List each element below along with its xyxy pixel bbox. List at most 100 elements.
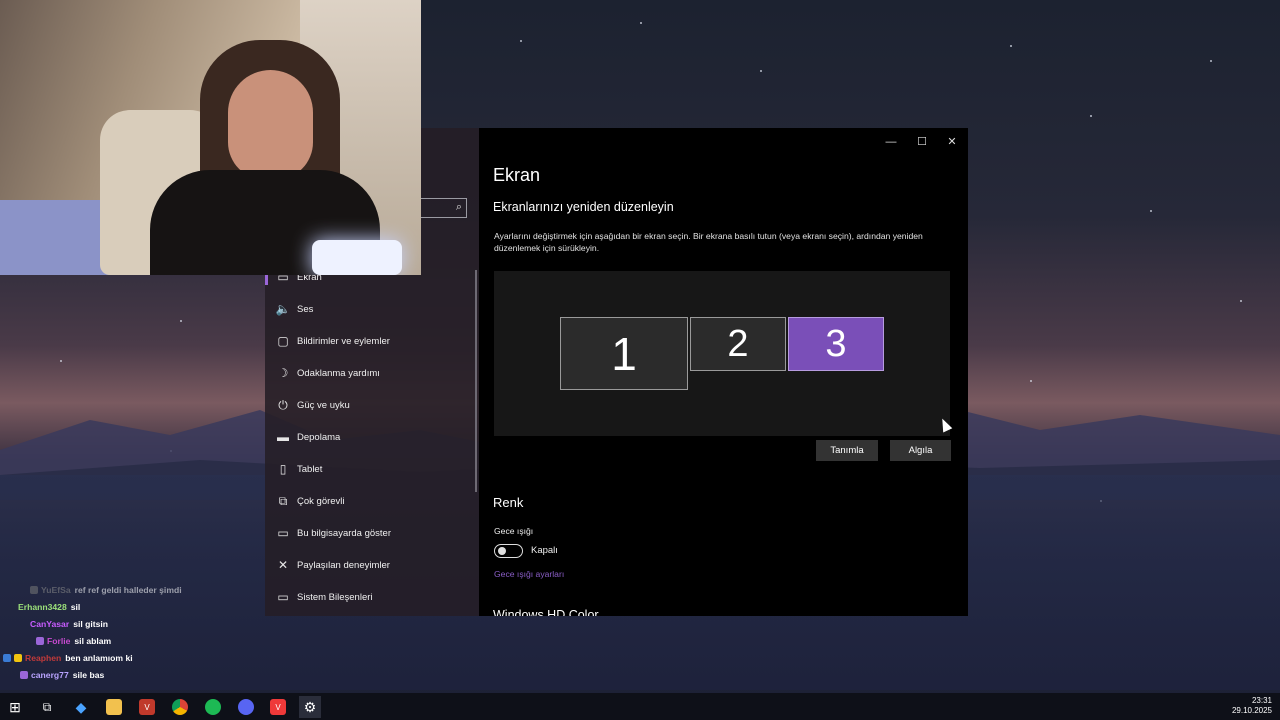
night-light-state: Kapalı xyxy=(531,545,558,556)
voicemeeter-button[interactable]: V xyxy=(136,696,158,718)
sidebar-item-label: Bildirimler ve eylemler xyxy=(297,335,390,347)
sidebar-item-depolama[interactable]: ▬ Depolama xyxy=(265,421,479,453)
chat-message: Reaphen ben anlamıom ki xyxy=(3,653,133,663)
sidebar-item-label: Güç ve uyku xyxy=(297,399,350,411)
spotify-button[interactable] xyxy=(202,696,224,718)
power-icon: ⏻ xyxy=(278,397,288,412)
chrome-icon xyxy=(172,699,188,715)
sidebar-item-tablet[interactable]: ▯ Tablet xyxy=(265,453,479,485)
sidebar-item-label: Ses xyxy=(297,303,314,315)
sidebar-item-label: Bu bilgisayarda göster xyxy=(297,527,391,539)
monitor-1[interactable]: 1 xyxy=(560,317,688,390)
identify-button[interactable]: Tanımla xyxy=(816,440,878,461)
night-light-toggle[interactable] xyxy=(494,544,523,558)
maximize-button[interactable]: ☐ xyxy=(907,132,937,152)
chat-text: sil gitsin xyxy=(73,619,109,629)
settings-main-panel: — ☐ ✕ Ekran Ekranlarınızı yeniden düzenl… xyxy=(479,128,968,616)
shared-icon: ✕ xyxy=(277,558,289,572)
section-description: Ayarlarını değiştirmek için aşağıdan bir… xyxy=(494,231,923,253)
chat-message: YuEfSa ref ref geldi halleder şimdi xyxy=(30,585,182,595)
task-view-icon: ⧉ xyxy=(42,699,52,714)
sidebar-item-label: Odaklanma yardımı xyxy=(297,367,380,379)
chat-message: CanYasar sil gitsin xyxy=(30,619,108,629)
display-arrangement-area[interactable]: 1 2 3 xyxy=(494,271,950,436)
taskbar: ⊞ ⧉ ◆ V V ⚙ 23:31 29.10.2025 xyxy=(0,693,1280,720)
monitor-2[interactable]: 2 xyxy=(690,317,786,371)
voicemeeter-icon: V xyxy=(139,699,155,715)
discord-button[interactable] xyxy=(235,696,257,718)
search-icon: ⌕ xyxy=(455,201,462,213)
night-light-settings-link[interactable]: Gece ışığı ayarları xyxy=(494,569,564,579)
sidebar-item-odaklanma[interactable]: ☽ Odaklanma yardımı xyxy=(265,357,479,389)
chat-message: canerg77 sile bas xyxy=(20,670,104,680)
chat-username: Erhann3428 xyxy=(18,602,67,612)
color-section-title: Renk xyxy=(493,495,524,510)
chat-text: sil xyxy=(70,602,81,612)
vivaldi-button[interactable]: V xyxy=(267,696,289,718)
sidebar-item-label: Paylaşılan deneyimler xyxy=(297,559,390,571)
sidebar-scrollbar[interactable] xyxy=(475,270,477,492)
chat-message: Erhann3428 sil xyxy=(18,602,80,612)
spotify-icon xyxy=(205,699,221,715)
file-explorer-icon xyxy=(106,699,122,715)
start-icon: ⊞ xyxy=(9,698,21,715)
start-button[interactable]: ⊞ xyxy=(4,696,26,718)
settings-taskbar-button[interactable]: ⚙ xyxy=(299,696,321,718)
vivaldi-icon: V xyxy=(270,699,286,715)
chat-username: Forlie xyxy=(47,636,71,646)
search-box[interactable]: ⌕ xyxy=(417,198,467,218)
sidebar-item-sistem-bilesenleri[interactable]: ▭ Sistem Bileşenleri xyxy=(265,581,479,613)
sub-badge-icon xyxy=(36,637,44,645)
chat-text: ref ref geldi halleder şimdi xyxy=(74,585,182,595)
vip-badge-icon xyxy=(14,654,22,662)
sidebar-item-guc[interactable]: ⏻ Güç ve uyku xyxy=(265,389,479,421)
chat-username: CanYasar xyxy=(30,619,70,629)
sidebar-item-paylasilan[interactable]: ✕ Paylaşılan deneyimler xyxy=(265,549,479,581)
chat-username: canerg77 xyxy=(31,670,69,680)
copilot-button[interactable]: ◆ xyxy=(70,696,92,718)
chrome-button[interactable] xyxy=(169,696,191,718)
sidebar-item-cok-gorevli[interactable]: ⧉ Çok görevli xyxy=(265,485,479,517)
speaker-icon: 🔈 xyxy=(275,302,291,316)
sidebar-item-label: Çok görevli xyxy=(297,495,345,507)
discord-icon xyxy=(238,699,254,715)
multitask-icon: ⧉ xyxy=(278,493,288,508)
sidebar-item-ses[interactable]: 🔈 Ses xyxy=(265,293,479,325)
clock-date: 29.10.2025 xyxy=(1231,706,1272,715)
clock-time: 23:31 xyxy=(1251,696,1272,705)
detect-button[interactable]: Algıla xyxy=(890,440,951,461)
hd-color-section-title: Windows HD Color xyxy=(493,608,599,616)
copilot-icon: ◆ xyxy=(75,698,87,715)
chat-text: ben anlamıom ki xyxy=(65,653,133,663)
chat-message: Forlie sil ablam xyxy=(36,636,111,646)
webcam-overlay xyxy=(0,0,421,275)
minimize-button[interactable]: — xyxy=(876,132,906,152)
chat-username: YuEfSa xyxy=(41,585,71,595)
sidebar-item-label: Tablet xyxy=(297,463,323,475)
close-button[interactable]: ✕ xyxy=(937,132,967,152)
settings-icon: ⚙ xyxy=(303,698,317,715)
section-title: Ekranlarınızı yeniden düzenleyin xyxy=(493,200,674,214)
chat-username: Reaphen xyxy=(25,653,62,663)
storage-icon: ▬ xyxy=(277,430,289,444)
badge-icon xyxy=(30,586,38,594)
notification-icon: ▢ xyxy=(277,334,289,348)
project-icon: ▭ xyxy=(277,526,289,540)
page-title: Ekran xyxy=(493,165,541,185)
moon-icon: ☽ xyxy=(277,366,289,380)
chat-text: sile bas xyxy=(72,670,105,680)
tablet-icon: ▯ xyxy=(279,462,287,476)
task-view-button[interactable]: ⧉ xyxy=(36,696,58,718)
sub-badge-icon xyxy=(20,671,28,679)
system-clock[interactable]: 23:31 29.10.2025 xyxy=(1232,696,1272,716)
sidebar-item-label: Sistem Bileşenleri xyxy=(297,591,373,603)
chat-text: sil ablam xyxy=(74,636,112,646)
sidebar-item-bildirimler[interactable]: ▢ Bildirimler ve eylemler xyxy=(265,325,479,357)
components-icon: ▭ xyxy=(277,590,289,604)
sidebar-item-label: Depolama xyxy=(297,431,341,443)
monitor-3-selected[interactable]: 3 xyxy=(788,317,884,371)
sidebar-item-bu-bilgisayarda[interactable]: ▭ Bu bilgisayarda göster xyxy=(265,517,479,549)
night-light-label: Gece ışığı xyxy=(494,526,534,536)
file-explorer-button[interactable] xyxy=(103,696,125,718)
moderator-badge-icon xyxy=(3,654,11,662)
